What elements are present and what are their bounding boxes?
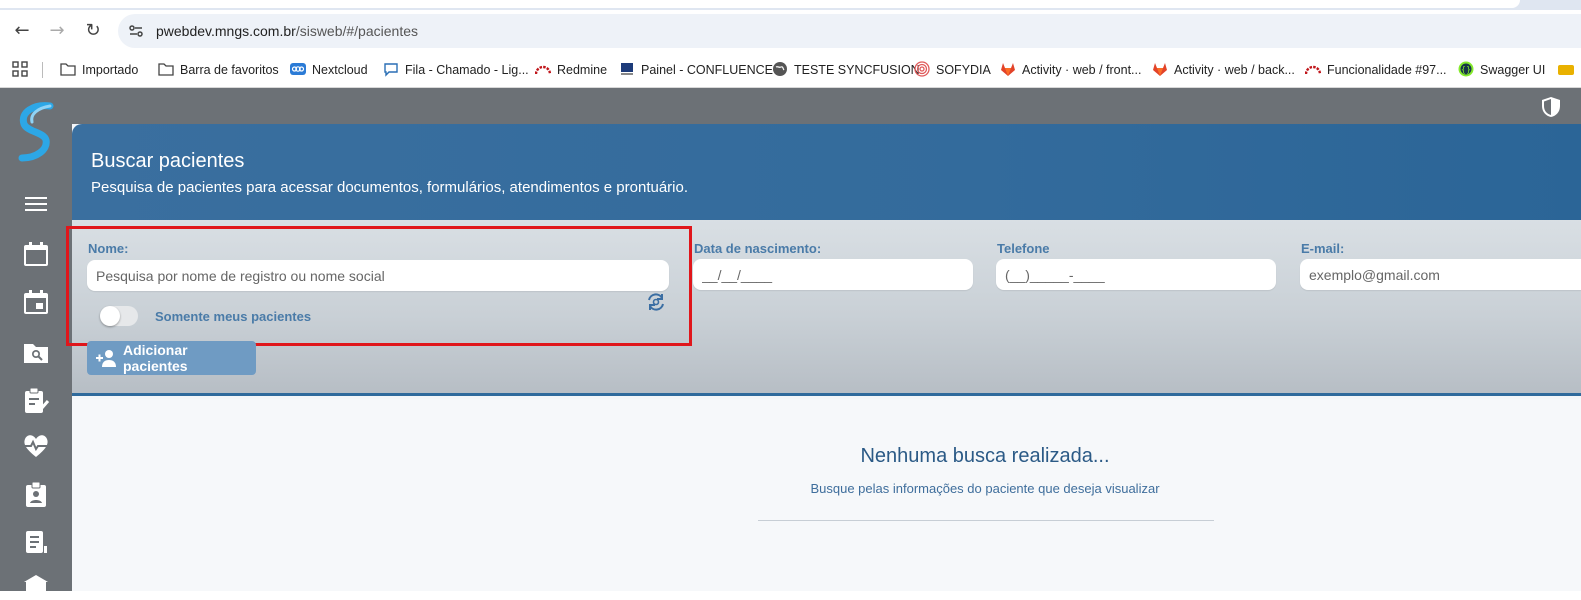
- app-topbar: [72, 88, 1581, 124]
- bookmark-importado[interactable]: Importado: [60, 59, 138, 81]
- page-subtitle: Pesquisa de pacientes para acessar docum…: [91, 179, 689, 196]
- folder-icon: [158, 63, 174, 76]
- app-root: Buscar pacientes Pesquisa de pacientes p…: [0, 88, 1581, 598]
- url-host: pwebdev.mngs.com.br: [156, 23, 296, 39]
- phone-input[interactable]: [996, 259, 1276, 290]
- toggle-label: Somente meus pacientes: [155, 309, 312, 324]
- bookmark-label: Swagger UI: [1480, 63, 1546, 77]
- folder-icon: [60, 63, 76, 76]
- address-bar[interactable]: pwebdev.mngs.com.br/sisweb/#/pacientes: [118, 14, 1581, 48]
- nextcloud-icon: [290, 63, 306, 75]
- bookmark-fila-chamado[interactable]: Fila - Chamado - Lig...: [383, 59, 529, 81]
- redmine-icon: [535, 65, 551, 75]
- bookmark-barra-favoritos[interactable]: Barra de favoritos: [158, 59, 279, 81]
- forward-icon[interactable]: →: [46, 20, 68, 42]
- badge-id-icon[interactable]: [22, 480, 50, 508]
- bookmark-label: TESTE SYNCFUSION: [794, 63, 920, 77]
- empty-title: Nenhuma busca realizada...: [860, 445, 1110, 467]
- bookmark-redmine[interactable]: Redmine: [535, 59, 607, 81]
- document-list-icon[interactable]: [22, 528, 50, 556]
- more-bookmarks-icon[interactable]: [1558, 61, 1574, 77]
- bookmark-nextcloud[interactable]: Nextcloud: [290, 59, 368, 81]
- empty-state: Nenhuma busca realizada... Busque pelas …: [72, 399, 1581, 591]
- chat-icon: [384, 63, 398, 77]
- url-text: pwebdev.mngs.com.br/sisweb/#/pacientes: [156, 23, 418, 39]
- redmine-icon: [1305, 65, 1321, 75]
- confluence-icon: [621, 63, 633, 75]
- empty-message: Busque pelas informações do paciente que…: [810, 481, 1160, 496]
- bookmark-funcionalidade[interactable]: Funcionalidade #97...: [1305, 59, 1447, 81]
- add-patient-button[interactable]: Adicionar pacientes: [87, 341, 256, 375]
- clipboard-check-icon[interactable]: [22, 386, 50, 414]
- heart-pulse-icon[interactable]: [22, 432, 50, 460]
- nome-input[interactable]: [87, 260, 669, 291]
- bookmarks-bar: Importado Barra de favoritos Nextcloud F…: [0, 52, 1581, 88]
- bookmark-sofydia[interactable]: SOFYDIA: [914, 59, 991, 81]
- bookmark-activity-front[interactable]: Activity · web / front...: [1000, 59, 1141, 81]
- url-path: /sisweb/#/pacientes: [295, 23, 418, 39]
- menu-icon[interactable]: [22, 190, 50, 218]
- calendar-event-icon[interactable]: [22, 288, 50, 316]
- nascimento-label: Data de nascimento:: [694, 241, 822, 256]
- globe-icon: [773, 62, 787, 76]
- bookmark-label: Fila - Chamado - Lig...: [405, 63, 529, 77]
- bookmark-activity-back[interactable]: Activity · web / back...: [1152, 59, 1295, 81]
- refresh-search-icon[interactable]: [646, 292, 666, 312]
- person-add-icon: [96, 350, 116, 367]
- page-title: Buscar pacientes: [91, 150, 245, 172]
- bookmark-label: Importado: [82, 63, 139, 77]
- svg-text:{}: {}: [1461, 65, 1471, 74]
- bookmark-label: Nextcloud: [312, 63, 368, 77]
- bookmarks-separator: [42, 62, 43, 78]
- hospital-icon[interactable]: [22, 572, 50, 600]
- calendar-icon[interactable]: [22, 240, 50, 268]
- app-logo-icon[interactable]: [14, 102, 58, 162]
- email-label: E-mail:: [1301, 241, 1345, 256]
- swagger-icon: {}: [1458, 61, 1474, 77]
- bookmark-swagger[interactable]: {} Swagger UI: [1458, 59, 1545, 81]
- back-icon[interactable]: ←: [11, 20, 33, 42]
- gitlab-icon: [1001, 63, 1015, 76]
- bookmark-confluence[interactable]: Painel - CONFLUENCE: [619, 59, 773, 81]
- meus-pacientes-toggle[interactable]: [100, 306, 138, 326]
- bookmark-teste-syncfusion[interactable]: TESTE SYNCFUSION: [772, 59, 920, 81]
- birthdate-input[interactable]: [693, 259, 973, 290]
- search-filters: Nome: Data de nascimento: Telefone E-mai…: [66, 220, 1581, 396]
- bookmark-label: Painel - CONFLUENCE: [641, 63, 773, 77]
- sidebar: [0, 88, 72, 598]
- telefone-label: Telefone: [997, 241, 1050, 256]
- toggle-knob: [100, 306, 120, 326]
- spiral-icon: [914, 61, 930, 77]
- bookmark-label: SOFYDIA: [936, 63, 991, 77]
- gitlab-icon: [1153, 63, 1167, 76]
- email-input[interactable]: [1300, 259, 1581, 290]
- bookmark-label: Funcionalidade #97...: [1327, 63, 1447, 77]
- active-tab-edge: [0, 0, 1520, 8]
- shield-icon[interactable]: [1540, 96, 1562, 118]
- apps-grid-icon[interactable]: [12, 61, 28, 77]
- bookmark-label: Activity · web / back...: [1174, 63, 1295, 77]
- empty-divider: [758, 520, 1214, 521]
- site-info-icon[interactable]: [128, 23, 144, 39]
- bookmark-label: Barra de favoritos: [180, 63, 279, 77]
- bookmark-label: Redmine: [557, 63, 608, 77]
- add-patient-label: Adicionar pacientes: [123, 342, 188, 374]
- bookmark-label: Activity · web / front...: [1022, 63, 1142, 77]
- browser-tab-strip: [0, 0, 1581, 10]
- reload-icon[interactable]: ↻: [82, 20, 104, 42]
- page-header: Buscar pacientes Pesquisa de pacientes p…: [72, 124, 1581, 220]
- nome-label: Nome:: [88, 241, 129, 256]
- folder-search-icon[interactable]: [22, 338, 50, 366]
- browser-toolbar: ← → ↻ pwebdev.mngs.com.br/sisweb/#/pacie…: [0, 10, 1581, 52]
